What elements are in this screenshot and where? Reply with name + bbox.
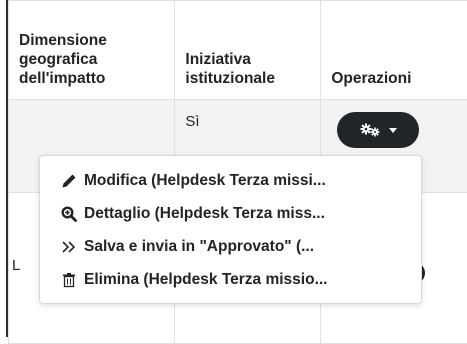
menu-item-elimina[interactable]: Elimina (Helpdesk Terza missio... bbox=[40, 263, 421, 296]
trash-icon bbox=[60, 272, 78, 288]
menu-item-label: Modifica (Helpdesk Terza missi... bbox=[84, 172, 326, 190]
pencil-icon bbox=[60, 173, 78, 189]
caret-down-icon bbox=[389, 128, 397, 133]
header-iniziativa-istituzionale: Iniziativa istituzionale bbox=[175, 1, 321, 100]
menu-item-salva-e-invia[interactable]: Salva e invia in "Approvato" (... bbox=[40, 230, 421, 263]
operations-dropdown-button[interactable] bbox=[337, 112, 419, 148]
menu-item-label: Salva e invia in "Approvato" (... bbox=[84, 238, 314, 256]
double-chevron-right-icon bbox=[60, 239, 78, 255]
header-dimensione-geografica: Dimensione geografica dell'impatto bbox=[9, 1, 175, 100]
menu-item-label: Dettaglio (Helpdesk Terza miss... bbox=[84, 205, 325, 223]
row-2-col1-text: L bbox=[12, 257, 20, 274]
menu-item-dettaglio[interactable]: Dettaglio (Helpdesk Terza miss... bbox=[40, 197, 421, 230]
operations-dropdown-menu: Modifica (Helpdesk Terza missi... Dettag… bbox=[39, 155, 422, 304]
gears-icon bbox=[360, 123, 382, 137]
menu-item-modifica[interactable]: Modifica (Helpdesk Terza missi... bbox=[40, 164, 421, 197]
menu-item-label: Elimina (Helpdesk Terza missio... bbox=[84, 271, 328, 289]
header-operazioni: Operazioni bbox=[321, 1, 467, 100]
search-plus-icon bbox=[60, 206, 78, 222]
